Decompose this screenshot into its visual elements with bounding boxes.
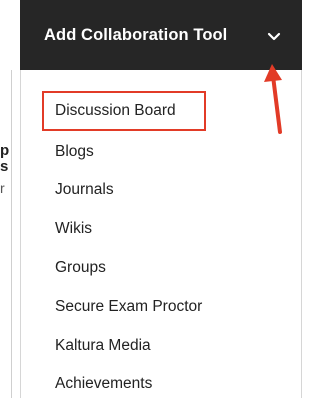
highlight-box-annotation [42,91,206,131]
add-collaboration-tool-label: Add Collaboration Tool [44,25,228,44]
red-arrow-annotation [264,64,282,134]
menu-item-groups[interactable]: Groups [55,259,106,277]
background-text-fragment: s [0,158,9,175]
menu-item-journals[interactable]: Journals [55,181,114,199]
page: p s r Add Collaboration Tool Discussion … [0,0,321,398]
menu-item-blogs[interactable]: Blogs [55,143,94,161]
background-text-fragment: p [0,142,10,159]
background-page-edge [11,70,12,398]
menu-item-wikis[interactable]: Wikis [55,220,92,238]
add-collaboration-tool-button[interactable]: Add Collaboration Tool [20,0,302,70]
background-text-fragment: r [0,180,5,196]
menu-item-achievements[interactable]: Achievements [55,375,152,393]
menu-item-secure-exam-proctor[interactable]: Secure Exam Proctor [55,298,202,316]
chevron-down-icon [267,32,281,41]
menu-item-kaltura-media[interactable]: Kaltura Media [55,337,151,355]
